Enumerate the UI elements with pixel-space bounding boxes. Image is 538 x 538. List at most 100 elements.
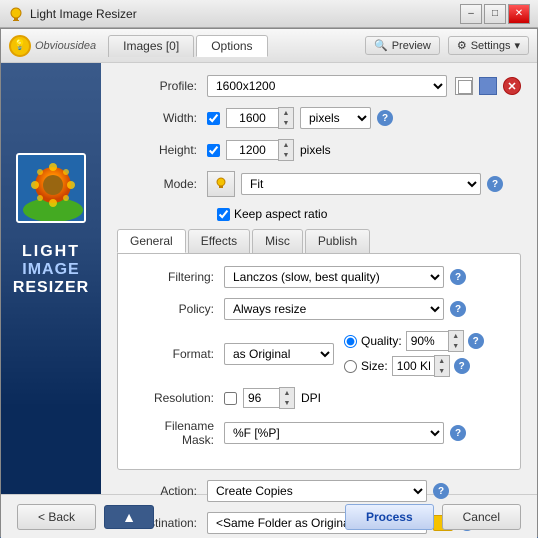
process-button[interactable]: Process — [345, 504, 434, 530]
close-button[interactable]: ✕ — [508, 4, 530, 24]
quality-down-button[interactable]: ▼ — [449, 341, 463, 351]
filtering-controls: Lanczos (slow, best quality) Bilinear Bi… — [224, 266, 504, 288]
resolution-input-group: ▲ ▼ — [243, 387, 295, 409]
height-input-group: ▲ ▼ — [226, 139, 294, 161]
aspect-row: Keep aspect ratio — [117, 207, 521, 221]
mode-row: Mode: Fit Fill Stretch Crop ? — [117, 171, 521, 197]
quality-up-button[interactable]: ▲ — [449, 331, 463, 341]
aspect-checkbox[interactable] — [217, 208, 230, 221]
copy-icon[interactable] — [455, 77, 473, 95]
filtering-help-icon[interactable]: ? — [450, 269, 466, 285]
format-row: Format: as Original JPEG PNG BMP Quality… — [134, 330, 504, 377]
gear-icon: ⚙ — [457, 39, 467, 52]
quality-input[interactable] — [406, 331, 448, 351]
mode-select[interactable]: Fit Fill Stretch Crop — [241, 173, 481, 195]
width-input-group: ▲ ▼ — [226, 107, 294, 129]
width-controls: ▲ ▼ pixels percent cm inches ? — [207, 107, 521, 129]
preview-button[interactable]: 🔍 Preview — [365, 36, 440, 55]
profile-controls: 1600x1200 ✕ — [207, 75, 521, 97]
size-help-icon[interactable]: ? — [454, 358, 470, 374]
width-spinner: ▲ ▼ — [278, 107, 294, 129]
action-controls: Create Copies Replace Originals ? — [207, 480, 521, 502]
height-row: Height: ▲ ▼ pixels — [117, 139, 521, 161]
action-help-icon[interactable]: ? — [433, 483, 449, 499]
tab-publish[interactable]: Publish — [305, 229, 370, 253]
tab-general[interactable]: General — [117, 229, 186, 253]
mode-label: Mode: — [117, 177, 207, 191]
quality-input-group: ▲ ▼ — [406, 330, 464, 352]
profile-row: Profile: 1600x1200 ✕ — [117, 75, 521, 97]
back-button[interactable]: < Back — [17, 504, 96, 530]
tab-content: Filtering: Lanczos (slow, best quality) … — [117, 253, 521, 470]
nav-tabs: Images [0] Options — [108, 35, 365, 57]
policy-select[interactable]: Always resize Only if larger Only if sma… — [224, 298, 444, 320]
width-unit-select[interactable]: pixels percent cm inches — [300, 107, 371, 129]
logo-area: 💡 Obviousidea — [9, 35, 96, 57]
profile-label: Profile: — [117, 79, 207, 93]
format-controls: as Original JPEG PNG BMP Quality: — [224, 330, 504, 377]
size-input[interactable] — [392, 356, 434, 376]
resolution-input[interactable] — [243, 388, 279, 408]
mode-help-icon[interactable]: ? — [487, 176, 503, 192]
resolution-checkbox[interactable] — [224, 392, 237, 405]
quality-spinner: ▲ ▼ — [448, 330, 464, 352]
title-bar: Light Image Resizer – □ ✕ — [0, 0, 538, 28]
nav-bar: 💡 Obviousidea Images [0] Options 🔍 Previ… — [1, 29, 537, 63]
height-input[interactable] — [226, 140, 278, 160]
filename-row: Filename Mask: %F [%P] %F_resized ? — [134, 419, 504, 447]
action-row: Action: Create Copies Replace Originals … — [117, 480, 521, 502]
tab-effects[interactable]: Effects — [188, 229, 250, 253]
policy-help-icon[interactable]: ? — [450, 301, 466, 317]
settings-button[interactable]: ⚙ Settings ▾ — [448, 36, 529, 55]
height-down-button[interactable]: ▼ — [279, 150, 293, 160]
quality-label: Quality: — [361, 334, 402, 348]
height-controls: ▲ ▼ pixels — [207, 139, 521, 161]
preview-icon: 🔍 — [374, 39, 388, 52]
size-radio[interactable] — [344, 360, 357, 373]
width-up-button[interactable]: ▲ — [279, 108, 293, 118]
policy-label: Policy: — [134, 302, 224, 316]
tab-misc[interactable]: Misc — [252, 229, 303, 253]
window-title: Light Image Resizer — [30, 7, 460, 21]
resolution-unit-label: DPI — [301, 391, 321, 405]
resolution-row: Resolution: ▲ ▼ DPI — [134, 387, 504, 409]
height-up-button[interactable]: ▲ — [279, 140, 293, 150]
width-down-button[interactable]: ▼ — [279, 118, 293, 128]
tab-images[interactable]: Images [0] — [108, 35, 194, 57]
bottom-btn-group: Process Cancel — [345, 504, 521, 530]
policy-controls: Always resize Only if larger Only if sma… — [224, 298, 504, 320]
mode-controls: Fit Fill Stretch Crop ? — [207, 171, 521, 197]
width-checkbox[interactable] — [207, 112, 220, 125]
size-input-group: ▲ ▼ — [392, 355, 450, 377]
resolution-up-button[interactable]: ▲ — [280, 388, 294, 398]
nav-actions: 🔍 Preview ⚙ Settings ▾ — [365, 36, 529, 55]
size-down-button[interactable]: ▼ — [435, 366, 449, 376]
save-icon[interactable] — [479, 77, 497, 95]
width-row: Width: ▲ ▼ pixels percent cm inc — [117, 107, 521, 129]
height-spinner: ▲ ▼ — [278, 139, 294, 161]
filename-help-icon[interactable]: ? — [450, 425, 466, 441]
size-up-button[interactable]: ▲ — [435, 356, 449, 366]
delete-icon[interactable]: ✕ — [503, 77, 521, 95]
main-window: 💡 Obviousidea Images [0] Options 🔍 Previ… — [0, 28, 538, 537]
logo-text: Obviousidea — [35, 40, 96, 52]
arrow-up-button[interactable]: ▲ — [104, 505, 154, 529]
width-input[interactable] — [226, 108, 278, 128]
filename-select[interactable]: %F [%P] %F_resized — [224, 422, 444, 444]
format-select[interactable]: as Original JPEG PNG BMP — [224, 343, 334, 365]
minimize-button[interactable]: – — [460, 4, 482, 24]
width-help-icon[interactable]: ? — [377, 110, 393, 126]
resolution-down-button[interactable]: ▼ — [280, 398, 294, 408]
cancel-button[interactable]: Cancel — [442, 504, 521, 530]
aspect-label: Keep aspect ratio — [234, 207, 327, 221]
quality-help-icon[interactable]: ? — [468, 333, 484, 349]
quality-radio[interactable] — [344, 335, 357, 348]
tab-options[interactable]: Options — [196, 35, 267, 57]
height-checkbox[interactable] — [207, 144, 220, 157]
mode-icon-button[interactable] — [207, 171, 235, 197]
maximize-button[interactable]: □ — [484, 4, 506, 24]
action-select[interactable]: Create Copies Replace Originals — [207, 480, 427, 502]
profile-select[interactable]: 1600x1200 — [207, 75, 447, 97]
filtering-select[interactable]: Lanczos (slow, best quality) Bilinear Bi… — [224, 266, 444, 288]
action-label: Action: — [117, 484, 207, 498]
